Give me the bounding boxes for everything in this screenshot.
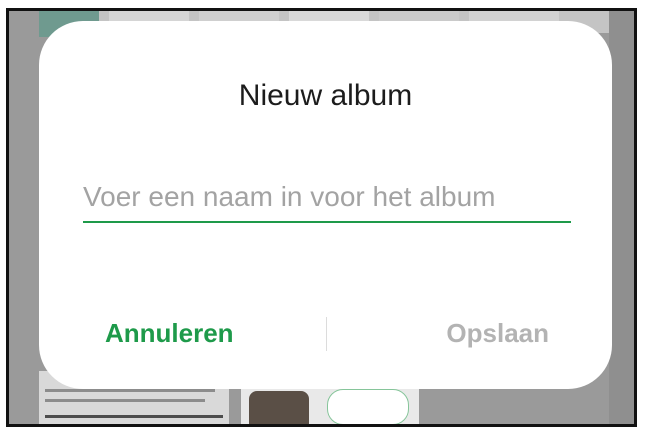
button-divider <box>326 317 327 351</box>
background-photo <box>249 391 309 424</box>
background-text-line <box>45 389 215 392</box>
background-text-line <box>45 399 205 402</box>
save-button[interactable]: Opslaan <box>399 311 549 355</box>
screenshot-frame: Nieuw album Annuleren Opslaan <box>6 8 637 427</box>
cancel-button[interactable]: Annuleren <box>105 311 255 355</box>
album-name-input[interactable] <box>83 173 571 223</box>
background-shade <box>609 11 634 424</box>
new-album-dialog: Nieuw album Annuleren Opslaan <box>39 21 612 389</box>
dialog-title: Nieuw album <box>238 79 413 112</box>
background-text-line <box>45 415 223 418</box>
background-note-bubble <box>327 389 409 424</box>
